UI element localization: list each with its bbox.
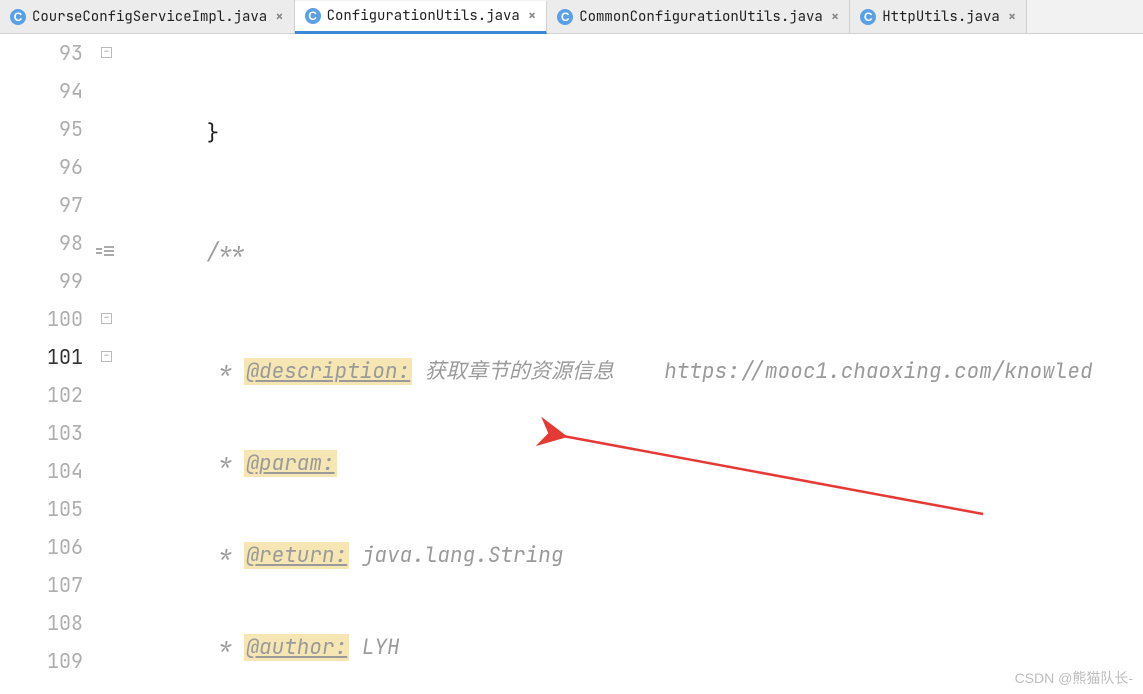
line-number: 94: [0, 72, 83, 110]
line-number: 108: [0, 604, 83, 642]
line-number: 97: [0, 186, 83, 224]
line-number: 100: [0, 300, 83, 338]
tab-course-config-service-impl[interactable]: C CourseConfigServiceImpl.java ×: [0, 0, 295, 33]
indexed-marker-icon: [96, 246, 114, 258]
java-class-icon: C: [557, 9, 573, 25]
fold-strip: − − −: [95, 34, 123, 694]
tab-label: ConfigurationUtils.java: [327, 7, 520, 25]
code-line: * @author: LYH: [123, 629, 1143, 667]
line-number: 106: [0, 528, 83, 566]
tab-label: CourseConfigServiceImpl.java: [32, 8, 267, 26]
line-number: 107: [0, 566, 83, 604]
code-line: }: [123, 115, 1143, 153]
line-number: 93: [0, 34, 83, 72]
close-icon[interactable]: ×: [528, 7, 536, 25]
code-area[interactable]: } /** * @description: 获取章节的资源信息 https://…: [123, 34, 1143, 694]
line-number-gutter: 9394959697989910010110210310410510610710…: [0, 34, 95, 694]
java-class-icon: C: [305, 8, 321, 24]
line-number: 103: [0, 414, 83, 452]
watermark: CSDN @熊猫队长-: [1015, 668, 1133, 688]
line-number: 96: [0, 148, 83, 186]
line-number: 95: [0, 110, 83, 148]
tab-http-utils[interactable]: C HttpUtils.java ×: [850, 0, 1027, 33]
tab-configuration-utils[interactable]: C ConfigurationUtils.java ×: [295, 1, 548, 34]
java-class-icon: C: [10, 9, 26, 25]
fold-collapse-icon[interactable]: −: [101, 351, 112, 362]
fold-collapse-icon[interactable]: −: [101, 313, 112, 324]
line-number: 101: [0, 338, 83, 376]
code-line: * @description: 获取章节的资源信息 https://mooc1.…: [123, 353, 1143, 391]
code-line: * @return: java.lang.String: [123, 537, 1143, 575]
tab-common-configuration-utils[interactable]: C CommonConfigurationUtils.java ×: [547, 0, 850, 33]
line-number: 109: [0, 642, 83, 680]
editor-tabs: C CourseConfigServiceImpl.java × C Confi…: [0, 0, 1143, 34]
line-number: 102: [0, 376, 83, 414]
code-line: * @param:: [123, 445, 1143, 483]
code-line: /**: [123, 234, 1143, 272]
fold-collapse-icon[interactable]: −: [101, 47, 112, 58]
java-class-icon: C: [860, 9, 876, 25]
close-icon[interactable]: ×: [275, 8, 283, 26]
line-number: 105: [0, 490, 83, 528]
close-icon[interactable]: ×: [831, 8, 839, 26]
tab-label: HttpUtils.java: [882, 8, 1000, 26]
line-number: 99: [0, 262, 83, 300]
code-editor[interactable]: 9394959697989910010110210310410510610710…: [0, 34, 1143, 694]
line-number: 104: [0, 452, 83, 490]
line-number: 98: [0, 224, 83, 262]
tab-label: CommonConfigurationUtils.java: [579, 8, 823, 26]
close-icon[interactable]: ×: [1008, 8, 1016, 26]
